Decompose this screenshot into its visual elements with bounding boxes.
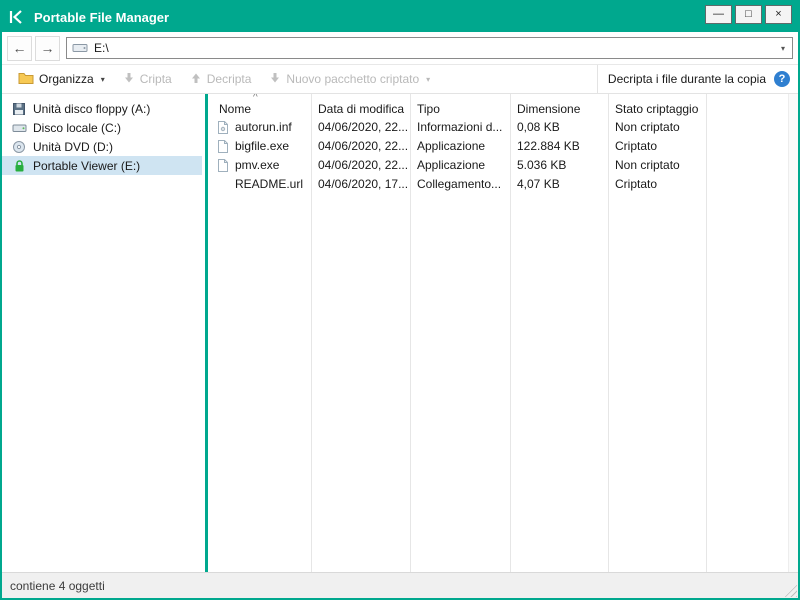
column-header-tipo[interactable]: Tipo xyxy=(417,102,440,116)
file-modified: 04/06/2020, 22... xyxy=(318,120,408,134)
titlebar[interactable]: Portable File Manager — □ × xyxy=(2,2,798,32)
address-bar[interactable]: E:\ ▾ xyxy=(66,37,793,59)
application-file-icon xyxy=(217,139,231,154)
column-header-stato-criptaggio[interactable]: Stato criptaggio xyxy=(615,102,698,116)
minimize-button[interactable]: — xyxy=(705,5,732,24)
drive-icon xyxy=(72,41,88,56)
new-encrypted-package-label: Nuovo pacchetto criptato xyxy=(286,72,419,86)
folder-tree: Unità disco floppy (A:) Disco locale (C:… xyxy=(2,94,202,572)
file-name: bigfile.exe xyxy=(235,139,289,153)
column-header-dimensione[interactable]: Dimensione xyxy=(517,102,580,116)
organize-button[interactable]: Organizza ▾ xyxy=(10,68,113,90)
file-size: 122.884 KB xyxy=(517,139,580,153)
chevron-down-icon: ▾ xyxy=(101,75,105,84)
encrypt-button[interactable]: Cripta xyxy=(115,69,180,90)
file-row-bigfile[interactable]: bigfile.exe 04/06/2020, 22... Applicazio… xyxy=(211,137,798,156)
decrypt-label: Decripta xyxy=(207,72,252,86)
lock-icon xyxy=(11,158,27,173)
forward-button[interactable]: → xyxy=(35,36,60,61)
toolbar: Organizza ▾ Cripta Decripta Nuovo pacch xyxy=(2,65,798,94)
file-encryption-status: Non criptato xyxy=(615,120,680,134)
help-icon[interactable]: ? xyxy=(774,71,790,87)
file-modified: 04/06/2020, 17... xyxy=(318,177,408,191)
sort-ascending-icon: ^ xyxy=(253,94,258,103)
package-icon xyxy=(269,72,281,87)
sidebar-item-label: Unità DVD (D:) xyxy=(33,140,113,154)
decrypt-on-copy-label: Decripta i file durante la copia xyxy=(608,72,766,86)
sidebar-item-dvd-d[interactable]: Unità DVD (D:) xyxy=(2,137,202,156)
address-text: E:\ xyxy=(94,41,775,55)
maximize-button[interactable]: □ xyxy=(735,5,762,24)
encrypt-label: Cripta xyxy=(140,72,172,86)
sidebar-item-label: Portable Viewer (E:) xyxy=(33,159,140,173)
file-row-readme[interactable]: README.url 04/06/2020, 17... Collegament… xyxy=(211,175,798,194)
sidebar-item-portable-viewer-e[interactable]: Portable Viewer (E:) xyxy=(2,156,202,175)
window-controls: — □ × xyxy=(705,5,792,24)
file-encryption-status: Non criptato xyxy=(615,158,680,172)
status-bar: contiene 4 oggetti xyxy=(2,572,798,598)
folder-icon xyxy=(18,71,34,87)
column-header-nome[interactable]: Nome xyxy=(219,102,251,116)
kaspersky-logo-icon xyxy=(8,9,26,25)
toolbar-right: Decripta i file durante la copia ? xyxy=(597,65,790,93)
file-encryption-status: Criptato xyxy=(615,139,657,153)
file-size: 4,07 KB xyxy=(517,177,560,191)
file-row-pmv[interactable]: pmv.exe 04/06/2020, 22... Applicazione 5… xyxy=(211,156,798,175)
decrypt-button[interactable]: Decripta xyxy=(182,69,260,90)
file-encryption-status: Criptato xyxy=(615,177,657,191)
encrypt-icon xyxy=(123,72,135,87)
file-modified: 04/06/2020, 22... xyxy=(318,158,408,172)
window-title: Portable File Manager xyxy=(34,10,169,25)
file-list: ^ Nome Data di modifica Tipo Dimensione … xyxy=(211,94,798,572)
vertical-scrollbar[interactable] xyxy=(788,94,798,572)
close-button[interactable]: × xyxy=(765,5,792,24)
file-type: Applicazione xyxy=(417,158,485,172)
navigation-bar: ← → E:\ ▾ xyxy=(2,32,798,65)
pane-separator[interactable] xyxy=(205,94,208,572)
file-type: Collegamento... xyxy=(417,177,501,191)
file-name: README.url xyxy=(235,177,303,191)
portable-file-manager-window: Portable File Manager — □ × ← → E:\ ▾ Or… xyxy=(0,0,800,600)
file-type: Applicazione xyxy=(417,139,485,153)
sidebar-item-floppy-a[interactable]: Unità disco floppy (A:) xyxy=(2,99,202,118)
chevron-down-icon: ▾ xyxy=(426,75,430,84)
sidebar-item-local-disk-c[interactable]: Disco locale (C:) xyxy=(2,118,202,137)
column-headers: ^ Nome Data di modifica Tipo Dimensione … xyxy=(211,94,798,118)
file-type: Informazioni d... xyxy=(417,120,502,134)
main-content: Unità disco floppy (A:) Disco locale (C:… xyxy=(2,94,798,572)
dvd-drive-icon xyxy=(11,139,27,154)
new-encrypted-package-button[interactable]: Nuovo pacchetto criptato ▾ xyxy=(261,69,438,90)
file-name: pmv.exe xyxy=(235,158,279,172)
file-size: 5.036 KB xyxy=(517,158,566,172)
resize-grip[interactable] xyxy=(783,583,797,597)
sidebar-item-label: Disco locale (C:) xyxy=(33,121,121,135)
autorun-file-icon xyxy=(217,120,231,135)
column-header-data-di-modifica[interactable]: Data di modifica xyxy=(318,102,404,116)
floppy-drive-icon xyxy=(11,101,27,116)
organize-label: Organizza xyxy=(39,72,94,86)
file-row-autorun[interactable]: autorun.inf 04/06/2020, 22... Informazio… xyxy=(211,118,798,137)
file-size: 0,08 KB xyxy=(517,120,560,134)
status-text: contiene 4 oggetti xyxy=(10,579,105,593)
decrypt-icon xyxy=(190,72,202,87)
back-button[interactable]: ← xyxy=(7,36,32,61)
toolbar-left: Organizza ▾ Cripta Decripta Nuovo pacch xyxy=(10,65,597,93)
file-rows: autorun.inf 04/06/2020, 22... Informazio… xyxy=(211,118,798,194)
file-modified: 04/06/2020, 22... xyxy=(318,139,408,153)
sidebar-item-label: Unità disco floppy (A:) xyxy=(33,102,150,116)
local-disk-icon xyxy=(11,120,27,135)
application-file-icon xyxy=(217,158,231,173)
file-name: autorun.inf xyxy=(235,120,292,134)
address-dropdown-icon[interactable]: ▾ xyxy=(781,44,787,53)
